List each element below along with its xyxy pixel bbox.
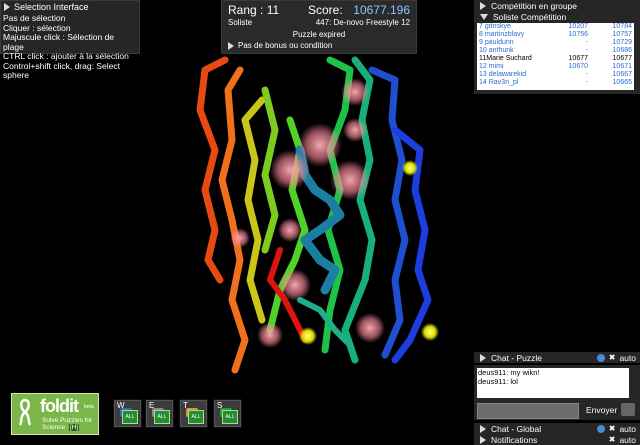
send-button[interactable]: Envoyer [586,405,617,415]
expand-arrow-icon [480,424,486,433]
expand-arrow-icon [228,41,234,50]
player-score-current: 10756 [568,31,588,38]
close-icon[interactable]: ✖ [609,435,616,444]
selection-help-line: sphere [3,70,29,80]
competition-row[interactable]: 14 Rav3n_pl - 10665 [477,79,634,87]
auto-label: auto [619,423,636,434]
score-label: Score: [308,3,343,17]
bonus-label: Pas de bonus ou condition [238,41,333,50]
info-icon[interactable] [596,353,605,362]
player-score-best: 10729 [612,39,632,46]
player-score-current: - [585,79,588,86]
player-name: 8 martinzblavy [479,31,525,38]
player-score-best: 10784 [612,23,632,30]
ribbon-icon [18,398,32,426]
logo-tagline: Solve Puzzles for Science [H] [42,417,98,431]
mode-label: Soliste [228,18,253,27]
expand-arrow-icon [4,3,10,11]
group-competition-tab[interactable]: Compétition en groupe [474,0,640,11]
competition-row[interactable]: 13 delawarekid - 10667 [477,71,634,79]
tool-button-t[interactable]: T ALL [179,399,208,428]
competition-list-panel: 7 gdnskye 10207 10784 8 martinzblavy 10756 10… [474,21,640,94]
player-name: 10 anthunk [479,47,514,54]
foldit-logo[interactable]: foldit beta Solve Puzzles for Science [H… [11,393,99,435]
competition-row[interactable]: 10 anthunk - 10686 [477,47,634,55]
chat-settings-icon[interactable] [621,403,635,416]
tool-all-badge: ALL [122,410,138,424]
tool-button-s[interactable]: S ALL [213,399,242,428]
close-icon[interactable]: ✖ [609,353,616,362]
chat-message: deus911: lol [478,377,518,386]
group-competition-label: Compétition en groupe [491,0,578,11]
solo-competition-label: Soliste Compétition [493,11,567,22]
logo-beta: beta [84,404,94,410]
player-name: 14 Rav3n_pl [479,79,519,86]
player-score-current: 10677 [568,55,588,62]
rank-label: Rang : 11 [228,3,280,17]
player-name: 13 delawarekid [479,71,527,78]
tool-all-badge: ALL [188,410,204,424]
player-score-current: - [585,39,588,46]
player-score-best: 10757 [612,31,632,38]
puzzle-status: Puzzle expired [292,30,346,39]
player-name: 11Marie Suchard [479,55,532,62]
player-score-current: - [585,71,588,78]
selection-help-line: Majuscule click : Sélection de plage [3,32,115,52]
player-name: 12 mimi [479,63,504,70]
competition-list[interactable]: 7 gdnskye 10207 10784 8 martinzblavy 10756 10… [477,23,634,90]
player-score-best: 10671 [612,63,632,70]
expand-arrow-icon [480,435,486,444]
selection-interface-title: Selection Interface [14,2,89,12]
notifications-label: Notifications [491,434,538,445]
selection-interface-header[interactable]: Selection Interface [1,1,139,13]
chat-input[interactable] [477,403,579,419]
player-name: 7 gdnskye [479,23,511,30]
logo-word: foldit [40,396,79,416]
competition-row[interactable]: 9 pauldunn - 10729 [477,39,634,47]
score-panel: Rang : 11 Score: 10677.196 Soliste 447: … [221,0,417,54]
chat-puzzle-tab[interactable]: Chat - Puzzle ✖ auto [474,352,640,363]
close-icon[interactable]: ✖ [609,424,616,433]
competition-row[interactable]: 8 martinzblavy 10756 10757 [477,31,634,39]
player-score-best: 10665 [612,79,632,86]
bonus-toggle[interactable]: Pas de bonus ou condition [228,41,332,50]
help-hotkey: [H] [68,424,80,431]
tool-all-badge: ALL [222,410,238,424]
auto-label: auto [619,352,636,363]
player-score-current: 10207 [568,23,588,30]
tool-button-w[interactable]: W ALL [113,399,142,428]
score-value: 10677.196 [353,3,410,17]
chat-puzzle-label: Chat - Puzzle [491,352,543,363]
tool-button-e[interactable]: E ALL [145,399,174,428]
chat-log[interactable]: deus911: my wikn! deus911: lol [477,368,629,398]
chat-message: deus911: my wikn! [478,368,540,377]
expand-arrow-icon [480,1,486,10]
competition-row[interactable]: 7 gdnskye 10207 10784 [477,23,634,31]
notifications-tab[interactable]: Notifications ✖ auto [474,434,640,445]
selection-help: Pas de sélection Cliquer : sélection Maj… [1,13,139,82]
expand-arrow-icon [480,353,486,362]
player-name: 9 pauldunn [479,39,514,46]
player-score-current: 10670 [568,63,588,70]
auto-label: auto [619,434,636,445]
player-score-best: 10686 [612,47,632,54]
collapse-arrow-icon [480,13,488,20]
competition-row[interactable]: 11Marie Suchard 10677 10677 [477,55,634,63]
chat-global-tab[interactable]: Chat - Global ✖ auto [474,423,640,434]
info-icon[interactable] [596,424,605,433]
chat-panel: deus911: my wikn! deus911: lol Envoyer [474,365,640,420]
selection-interface-panel: Selection Interface Pas de sélection Cli… [0,0,140,80]
player-score-best: 10667 [612,71,632,78]
player-score-best: 10677 [612,55,632,62]
competition-row[interactable]: 12 mimi 10670 10671 [477,63,634,71]
player-score-current: - [585,47,588,54]
chat-global-label: Chat - Global [491,423,542,434]
tool-all-badge: ALL [154,410,170,424]
tagline-text: Solve Puzzles for Science [42,417,93,431]
puzzle-name: 447: De-novo Freestyle 12 [315,18,410,27]
